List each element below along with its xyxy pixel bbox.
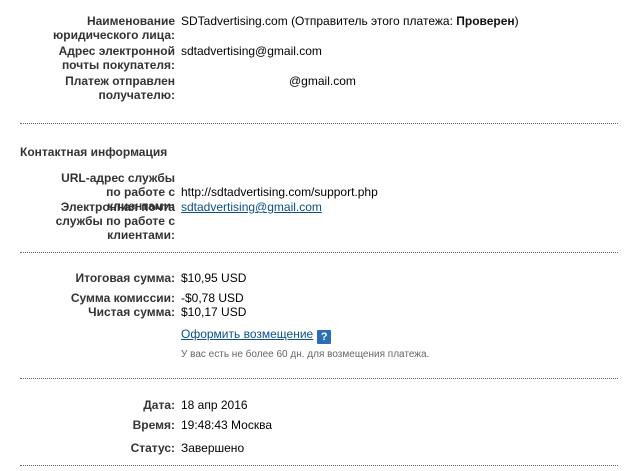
sender-status-verified: Проверен bbox=[456, 14, 515, 28]
support-email-label: Электронная почта службы по работе с кли… bbox=[55, 200, 175, 242]
total-label: Итоговая сумма: bbox=[75, 271, 175, 285]
date-label: Дата: bbox=[143, 398, 175, 412]
total-value: $10,95 USD bbox=[181, 271, 247, 285]
support-url-value: http://sdtadvertising.com/support.php bbox=[181, 185, 378, 199]
fee-value: -$0,78 USD bbox=[181, 291, 244, 305]
divider-1 bbox=[20, 123, 618, 124]
payment-sent-value: @gmail.com bbox=[181, 74, 356, 88]
sender-status-suffix: ) bbox=[514, 14, 519, 28]
time-label: Время: bbox=[132, 418, 175, 432]
contact-section-title: Контактная информация bbox=[20, 145, 168, 159]
refund-note: У вас есть не более 60 дн. для возмещени… bbox=[181, 349, 430, 360]
support-email-link[interactable]: sdtadvertising@gmail.com bbox=[181, 200, 322, 214]
divider-4 bbox=[20, 465, 618, 466]
net-label: Чистая сумма: bbox=[88, 305, 175, 319]
buyer-email-label: Адрес электронной почты покупателя: bbox=[58, 44, 175, 72]
refund-row: Оформить возмещение? bbox=[181, 327, 332, 344]
legal-name-value: SDTadvertising.com (Отправитель этого пл… bbox=[181, 14, 519, 28]
date-value: 18 апр 2016 bbox=[181, 398, 248, 412]
legal-name-label: Наименование юридического лица: bbox=[53, 14, 175, 42]
time-value: 19:48:43 Москва bbox=[181, 418, 273, 432]
help-icon[interactable]: ? bbox=[317, 330, 332, 344]
refund-link[interactable]: Оформить возмещение bbox=[181, 327, 313, 341]
legal-name-text: SDTadvertising.com bbox=[181, 14, 288, 28]
status-label: Статус: bbox=[130, 441, 175, 455]
status-value: Завершено bbox=[181, 441, 245, 455]
fee-label: Сумма комиссии: bbox=[70, 291, 175, 305]
sender-status-prefix: (Отправитель этого платежа: bbox=[291, 14, 457, 28]
buyer-email-value: sdtadvertising@gmail.com bbox=[181, 44, 322, 58]
divider-2 bbox=[20, 252, 618, 253]
divider-3 bbox=[20, 378, 618, 379]
payment-sent-label: Платеж отправлен получателю: bbox=[65, 74, 175, 102]
payment-sent-email-domain: @gmail.com bbox=[289, 74, 356, 88]
net-value: $10,17 USD bbox=[181, 305, 247, 319]
